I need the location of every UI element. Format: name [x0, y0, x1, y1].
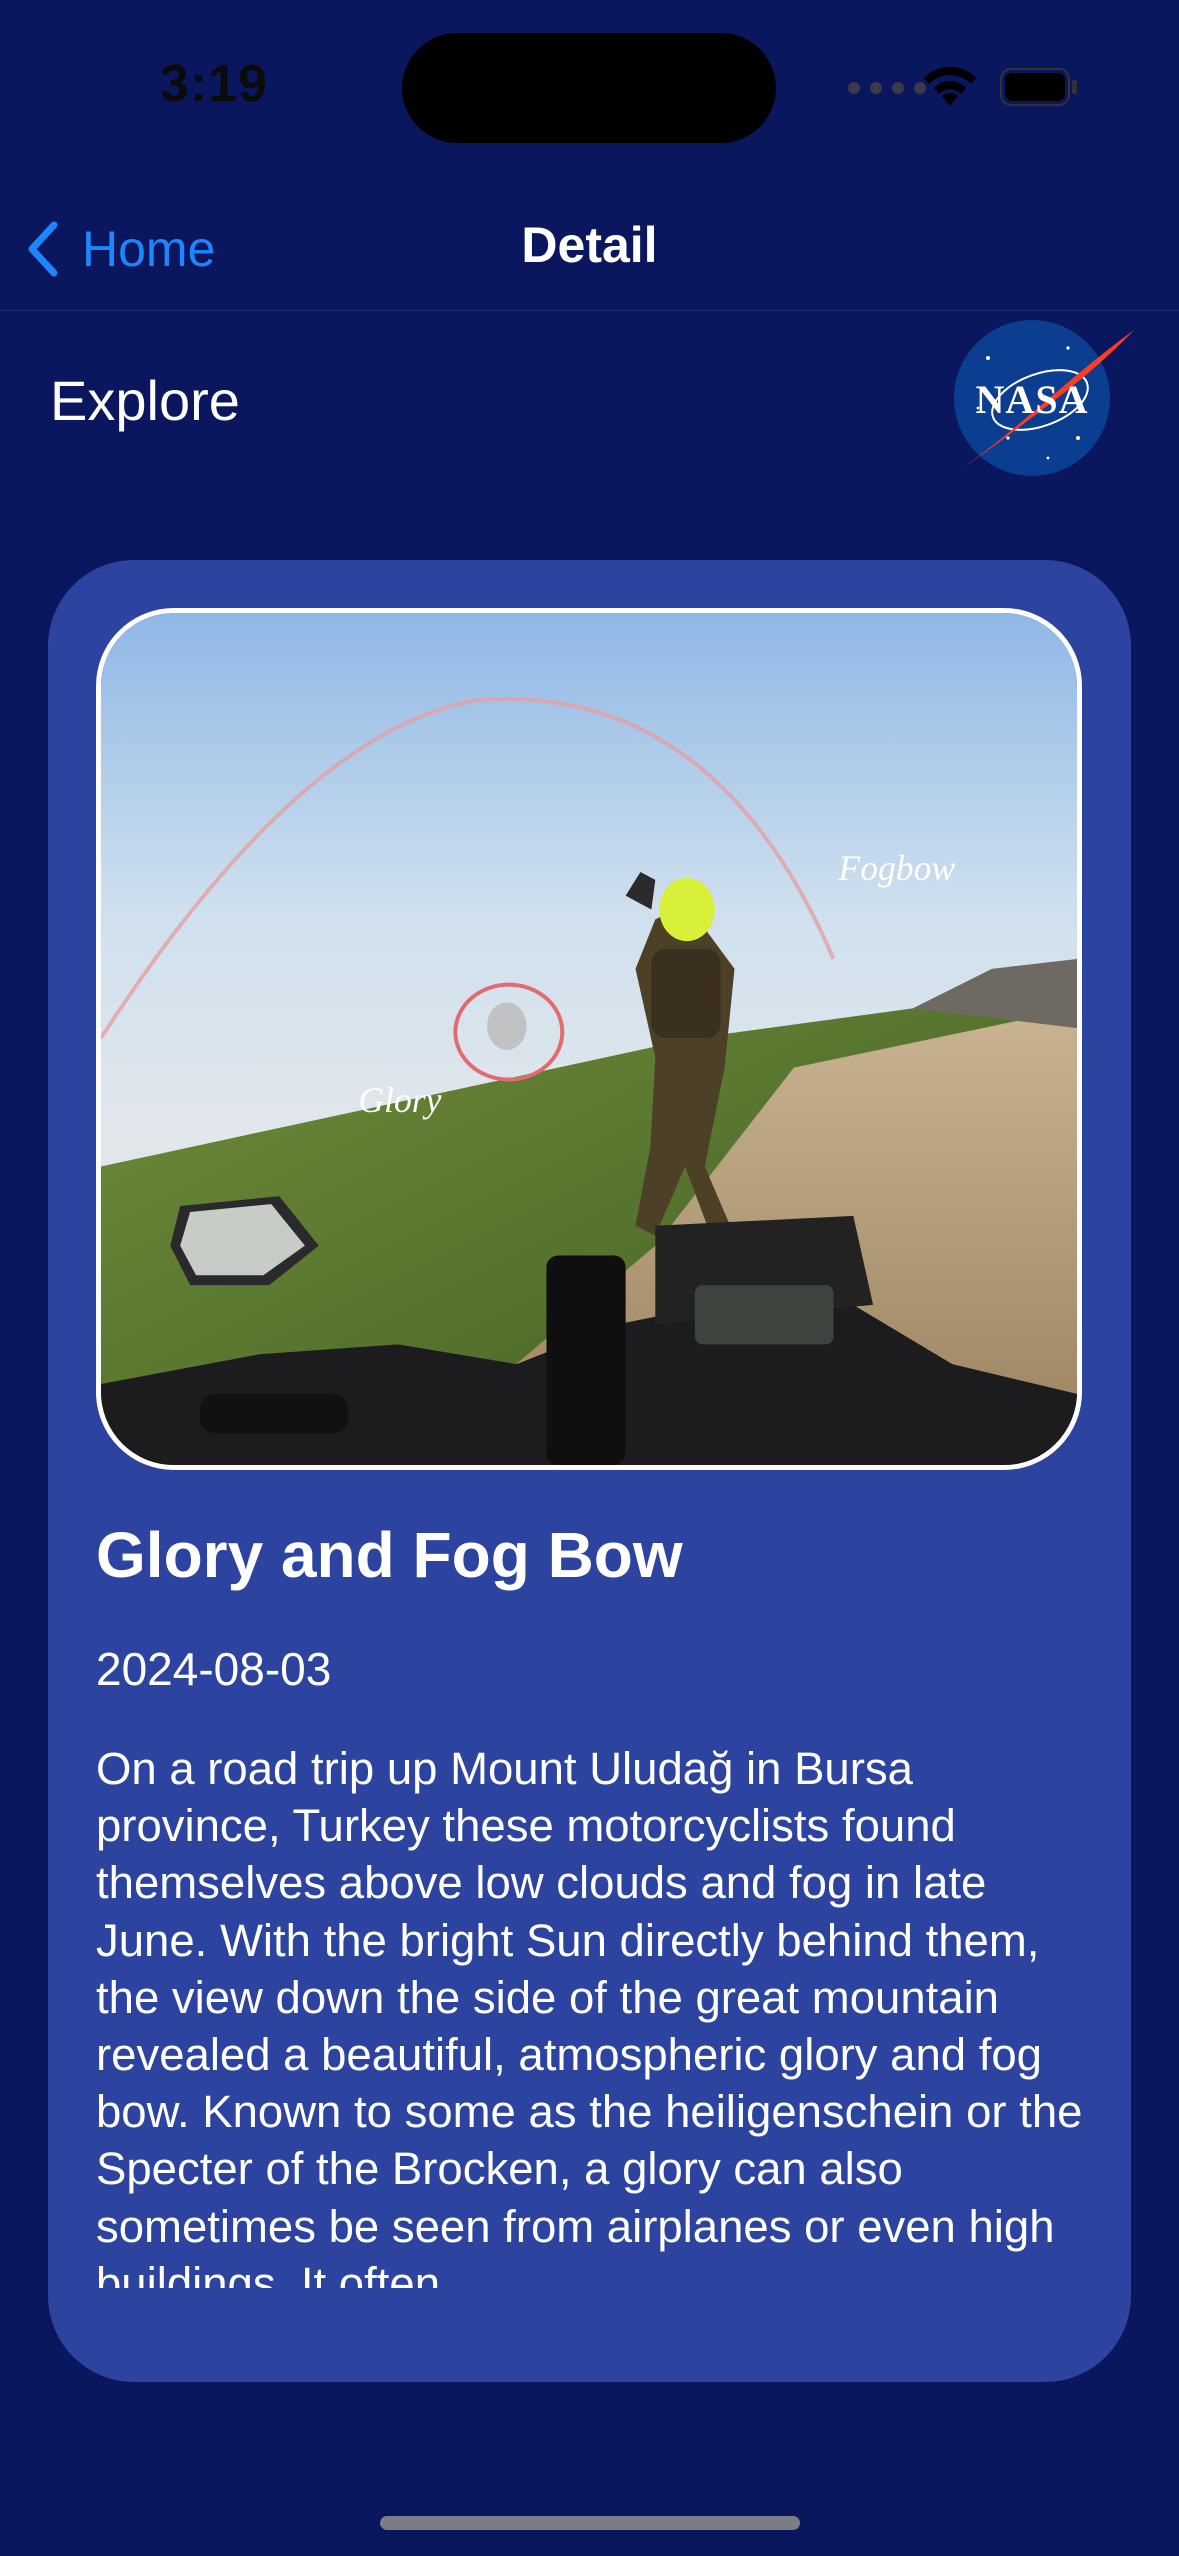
apod-image[interactable]: Fogbow Glory — [96, 608, 1082, 1470]
apod-date: 2024-08-03 — [96, 1643, 332, 1695]
nav-title: Detail — [521, 217, 658, 273]
wifi-icon — [924, 66, 976, 106]
nasa-logo-icon: NASA — [954, 320, 1134, 476]
fogbow-label: Fogbow — [837, 848, 955, 888]
apod-card: Fogbow Glory Glory and Fog Bow 2024-08-0… — [48, 560, 1131, 2382]
home-indicator[interactable] — [380, 2516, 800, 2530]
nasa-logo-text: NASA — [976, 377, 1089, 422]
navigation-bar: Home Detail — [0, 190, 1179, 311]
apod-title: Glory and Fog Bow — [96, 1519, 683, 1591]
apod-photo: Fogbow Glory — [101, 613, 1077, 1465]
apod-description-scroll[interactable]: On a road trip up Mount Uludağ in Bursa … — [96, 1740, 1096, 2288]
apod-description: On a road trip up Mount Uludağ in Bursa … — [96, 1743, 1083, 2288]
status-time: 3:19 — [160, 55, 269, 113]
cellular-signal-icon — [848, 82, 926, 94]
status-bar: 3:19 — [0, 0, 1179, 170]
glory-label: Glory — [358, 1080, 441, 1120]
explore-label: Explore — [50, 369, 240, 432]
battery-icon — [1000, 68, 1077, 106]
dynamic-island — [402, 33, 776, 143]
